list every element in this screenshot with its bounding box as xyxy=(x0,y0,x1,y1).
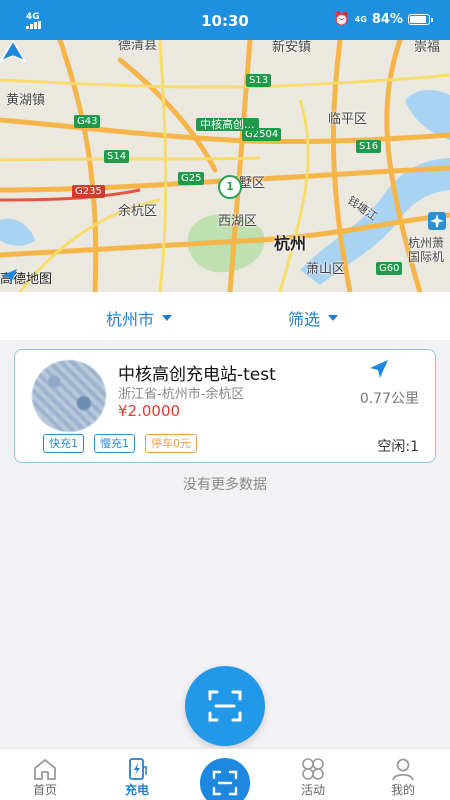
battery-icon xyxy=(408,14,433,25)
scan-fab-button[interactable] xyxy=(185,666,265,746)
tab-charge[interactable]: 充电 xyxy=(92,749,182,800)
status-right: ⏰ 4G 84% xyxy=(333,12,433,27)
charger-tags: 快充1 慢充1 停车0元 xyxy=(43,434,197,453)
caret-down-icon xyxy=(162,315,173,321)
filter-label: 筛选 xyxy=(288,310,321,329)
road-tag: G60 xyxy=(376,262,403,275)
alarm-icon: ⏰ xyxy=(333,12,350,27)
map-place: 德清县 xyxy=(118,40,158,53)
status-bar: 4G 10:30 ⏰ 4G 84% xyxy=(0,0,450,40)
scan-icon xyxy=(212,770,238,796)
filter-selector[interactable]: 筛选 xyxy=(288,306,339,330)
map-attribution: 高德地图 xyxy=(0,268,52,287)
road-tag: S13 xyxy=(246,74,272,87)
station-price: ¥2.0000 xyxy=(118,402,181,420)
map-roads xyxy=(0,40,450,292)
location-arrow-icon xyxy=(0,40,26,62)
profile-icon xyxy=(392,758,414,781)
airport-icon xyxy=(428,212,446,230)
no-more-data-text: 没有更多数据 xyxy=(183,477,267,493)
map-place: 西湖区 xyxy=(218,214,258,229)
idle-count: 空闲:1 xyxy=(377,439,419,455)
road-tag: G235 xyxy=(72,185,105,198)
city-selector[interactable]: 杭州市 xyxy=(106,306,173,330)
filter-bar: 杭州市 筛选 xyxy=(0,292,450,340)
tab-profile[interactable]: 我的 xyxy=(358,749,448,800)
battery-percent: 84% xyxy=(371,12,403,27)
tab-label: 首页 xyxy=(32,783,57,797)
charge-icon xyxy=(129,758,147,780)
station-address: 浙江省-杭州市-余杭区 xyxy=(118,387,245,402)
bottom-tab-bar: 首页 充电 活动 我的 xyxy=(0,748,450,800)
map-place: 黄湖镇 xyxy=(6,93,46,108)
city-label: 杭州市 xyxy=(106,310,155,329)
map-place: 萧山区 xyxy=(306,262,346,277)
tab-label: 充电 xyxy=(124,783,149,797)
tab-activity[interactable]: 活动 xyxy=(268,749,358,800)
map-place: 崇福 xyxy=(414,40,441,55)
station-name: 中核高创充电站-test xyxy=(118,365,276,385)
tab-scan[interactable] xyxy=(197,755,253,800)
station-marker[interactable]: 1 xyxy=(218,175,242,199)
fast-charge-tag: 快充1 xyxy=(43,434,84,453)
station-distance: 0.77公里 xyxy=(359,391,419,407)
tab-label: 活动 xyxy=(300,783,325,797)
map-place: 杭州 xyxy=(274,234,307,253)
map-place: 临平区 xyxy=(328,112,368,127)
road-tag: S14 xyxy=(104,150,130,163)
map-place: 余杭区 xyxy=(118,204,158,219)
home-icon xyxy=(34,759,56,780)
scan-icon xyxy=(208,690,242,722)
network-type-right: 4G xyxy=(354,15,367,24)
caret-down-icon xyxy=(328,315,339,321)
navigate-icon[interactable] xyxy=(368,358,390,380)
gaode-logo-icon xyxy=(1,269,17,283)
station-card[interactable]: 中核高创充电站-test 浙江省-杭州市-余杭区 ¥2.0000 0.77公里 … xyxy=(14,349,436,463)
station-thumbnail xyxy=(32,360,106,432)
tab-label: 我的 xyxy=(390,783,415,797)
map-place: 新安镇 xyxy=(272,40,312,55)
activity-icon xyxy=(302,758,324,780)
parking-fee-tag: 停车0元 xyxy=(145,434,197,453)
map-view[interactable]: 德清县 新安镇 崇福 黄湖镇 临平区 余杭区 拱墅区 西湖区 杭州 萧山区 钱塘… xyxy=(0,40,450,292)
map-place: 国际机 xyxy=(408,250,445,264)
slow-charge-tag: 慢充1 xyxy=(94,434,135,453)
road-tag: S16 xyxy=(356,140,382,153)
road-tag: G43 xyxy=(74,115,101,128)
poi-label: 中核高创... xyxy=(196,118,259,131)
tab-home[interactable]: 首页 xyxy=(0,749,90,800)
road-tag: G25 xyxy=(178,172,205,185)
